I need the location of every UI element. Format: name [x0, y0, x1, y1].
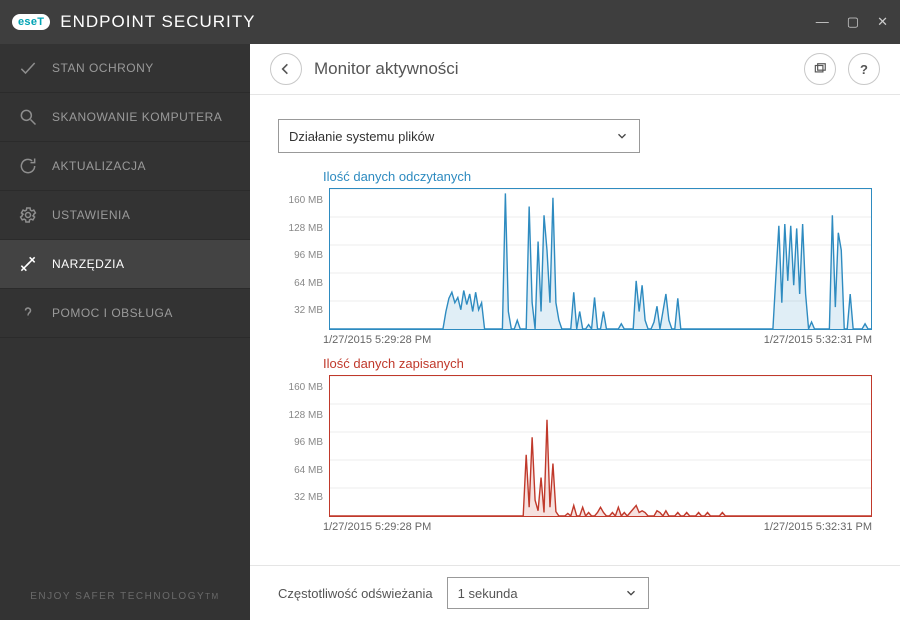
sidebar-item-label: POMOC I OBSŁUGA	[52, 306, 173, 320]
maximize-button[interactable]: ▢	[847, 14, 859, 30]
search-icon	[18, 107, 38, 127]
sidebar-item-label: NARZĘDZIA	[52, 257, 125, 271]
chevron-down-icon	[615, 129, 629, 143]
read-chart-start-time: 1/27/2015 5:29:28 PM	[323, 334, 431, 346]
gear-icon	[18, 205, 38, 225]
write-chart-block: Ilość danych zapisanych 160 MB 128 MB 96…	[278, 356, 872, 533]
tools-icon	[18, 254, 38, 274]
sidebar-item-tools[interactable]: NARZĘDZIA	[0, 240, 250, 289]
write-chart-end-time: 1/27/2015 5:32:31 PM	[764, 521, 872, 533]
read-chart-canvas	[329, 188, 872, 330]
sidebar-item-computer-scan[interactable]: SKANOWANIE KOMPUTERA	[0, 93, 250, 142]
activity-type-select[interactable]: Działanie systemu plików	[278, 119, 640, 153]
close-button[interactable]: ✕	[877, 14, 888, 30]
sidebar-item-protection-status[interactable]: STAN OCHRONY	[0, 44, 250, 93]
sidebar-item-help[interactable]: POMOC I OBSŁUGA	[0, 289, 250, 338]
sidebar-item-update[interactable]: AKTUALIZACJA	[0, 142, 250, 191]
refresh-rate-select[interactable]: 1 sekunda	[447, 577, 649, 609]
brand-logo: eseT	[12, 14, 50, 30]
refresh-icon	[18, 156, 38, 176]
check-icon	[18, 58, 38, 78]
sidebar: STAN OCHRONY SKANOWANIE KOMPUTERA AKTUAL…	[0, 44, 250, 620]
expand-window-button[interactable]	[804, 53, 836, 85]
sidebar-item-label: USTAWIENIA	[52, 208, 130, 222]
sidebar-footer: ENJOY SAFER TECHNOLOGYTM	[0, 572, 250, 620]
read-chart-block: Ilość danych odczytanych 160 MB 128 MB 9…	[278, 169, 872, 346]
titlebar: eseT ENDPOINT SECURITY — ▢ ✕	[0, 0, 900, 44]
sidebar-item-label: STAN OCHRONY	[52, 61, 154, 75]
sidebar-item-label: AKTUALIZACJA	[52, 159, 146, 173]
page-header: Monitor aktywności ?	[250, 44, 900, 95]
help-button[interactable]: ?	[848, 53, 880, 85]
read-chart-title: Ilość danych odczytanych	[323, 169, 872, 184]
minimize-button[interactable]: —	[816, 14, 829, 30]
help-icon	[18, 303, 38, 323]
read-chart-end-time: 1/27/2015 5:32:31 PM	[764, 334, 872, 346]
footer-bar: Częstotliwość odświeżania 1 sekunda	[250, 565, 900, 620]
sidebar-item-settings[interactable]: USTAWIENIA	[0, 191, 250, 240]
sidebar-item-label: SKANOWANIE KOMPUTERA	[52, 110, 222, 124]
activity-type-value: Działanie systemu plików	[289, 129, 434, 144]
brand: eseT ENDPOINT SECURITY	[12, 12, 816, 32]
chevron-down-icon	[624, 586, 638, 600]
write-chart-canvas	[329, 375, 872, 517]
back-button[interactable]	[270, 53, 302, 85]
write-chart-title: Ilość danych zapisanych	[323, 356, 872, 371]
read-chart-y-axis: 160 MB 128 MB 96 MB 64 MB 32 MB	[278, 188, 329, 330]
refresh-rate-value: 1 sekunda	[458, 586, 518, 601]
write-chart-start-time: 1/27/2015 5:29:28 PM	[323, 521, 431, 533]
product-title: ENDPOINT SECURITY	[60, 12, 255, 32]
refresh-rate-label: Częstotliwość odświeżania	[278, 586, 433, 601]
write-chart-y-axis: 160 MB 128 MB 96 MB 64 MB 32 MB	[278, 375, 329, 517]
page-title: Monitor aktywności	[314, 59, 792, 79]
